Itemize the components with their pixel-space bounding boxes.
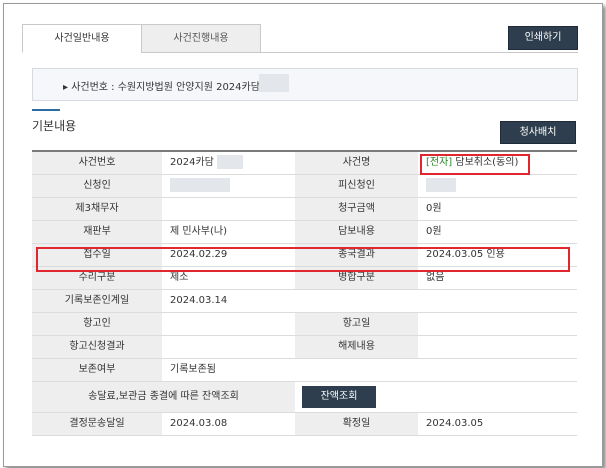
balance-inquiry-button[interactable]: 잔액조회 bbox=[302, 386, 376, 408]
tab-case-progress[interactable]: 사건진행내용 bbox=[141, 24, 261, 53]
value-record-transfer-date: 2024.03.14 bbox=[170, 295, 228, 306]
print-button[interactable]: 인쇄하기 bbox=[508, 26, 578, 50]
redacted-block bbox=[217, 155, 244, 169]
case-number-value: 2024카담 bbox=[170, 157, 214, 168]
label-record-transfer-date: 기록보존인계일 bbox=[32, 290, 162, 312]
value-decision-delivery-date: 2024.03.08 bbox=[170, 418, 228, 429]
highlight-case-name bbox=[420, 154, 530, 175]
value-preservation: 기록보존됨 bbox=[170, 364, 216, 375]
label-case-number: 사건번호 bbox=[32, 152, 162, 174]
label-appeal-date: 항고일 bbox=[295, 313, 418, 335]
label-security-content: 담보내용 bbox=[295, 221, 418, 243]
content-area: 사건일반내용 사건진행내용 인쇄하기 ▸ 사건번호 : 수원지방법원 안양지원 … bbox=[22, 16, 579, 456]
value-third-debtor bbox=[162, 198, 295, 220]
case-number-text: ▸ 사건번호 : 수원지방법원 안양지원 2024카담 bbox=[63, 82, 260, 93]
window-frame: 사건일반내용 사건진행내용 인쇄하기 ▸ 사건번호 : 수원지방법원 안양지원 … bbox=[3, 3, 603, 467]
redacted-block bbox=[170, 178, 230, 192]
value-appellant bbox=[162, 313, 295, 335]
redacted-case-number bbox=[259, 74, 289, 92]
label-appeal-result: 항고신청결과 bbox=[32, 336, 162, 358]
table-row: 제3채무자 청구금액 0원 bbox=[32, 198, 577, 221]
label-decision-delivery-date: 결정문송달일 bbox=[32, 413, 162, 435]
value-release-content bbox=[418, 336, 577, 358]
table-row: 재판부 제 민사부(나) 담보내용 0원 bbox=[32, 221, 577, 244]
highlight-receipt-row bbox=[36, 247, 570, 272]
table-row: 항고신청결과 해제내용 bbox=[32, 336, 577, 359]
table-row: 송달료,보관금 종결에 따른 잔액조회 잔액조회 bbox=[32, 382, 577, 413]
table-row: 보존여부 기록보존됨 bbox=[32, 359, 577, 382]
label-appellant: 항고인 bbox=[32, 313, 162, 335]
label-confirmation-date: 확정일 bbox=[295, 413, 418, 435]
value-claim-amount: 0원 bbox=[426, 203, 442, 214]
value-court-division: 제 민사부(나) bbox=[170, 226, 227, 237]
redacted-block bbox=[426, 178, 456, 192]
table-row: 기록보존인계일 2024.03.14 bbox=[32, 290, 577, 313]
label-claim-amount: 청구금액 bbox=[295, 198, 418, 220]
case-number-box: ▸ 사건번호 : 수원지방법원 안양지원 2024카담 bbox=[32, 68, 578, 101]
label-third-debtor: 제3채무자 bbox=[32, 198, 162, 220]
label-respondent: 피신청인 bbox=[295, 175, 418, 197]
value-case-number: 2024카담 bbox=[162, 152, 295, 174]
case-number-label: 사건번호 : 수원지방법원 안양지원 2024카담 bbox=[71, 82, 260, 93]
value-applicant bbox=[162, 175, 295, 197]
courtroom-button[interactable]: 청사배치 bbox=[500, 121, 576, 144]
label-applicant: 신청인 bbox=[32, 175, 162, 197]
label-release-content: 해제내용 bbox=[295, 336, 418, 358]
value-appeal-result bbox=[162, 336, 295, 358]
label-balance-inquiry: 송달료,보관금 종결에 따른 잔액조회 bbox=[32, 382, 295, 412]
value-confirmation-date: 2024.03.05 bbox=[426, 418, 484, 429]
tab-bar: 사건일반내용 사건진행내용 bbox=[22, 24, 578, 53]
label-court-division: 재판부 bbox=[32, 221, 162, 243]
label-preservation: 보존여부 bbox=[32, 359, 162, 381]
label-case-name: 사건명 bbox=[295, 152, 418, 174]
case-detail-table: 사건번호 2024카담 사건명 [전자] 담보취소(동의) 신청인 피신청인 제… bbox=[32, 150, 577, 436]
section-title: 기본내용 bbox=[32, 119, 77, 133]
table-row: 항고인 항고일 bbox=[32, 313, 577, 336]
value-respondent bbox=[418, 175, 577, 197]
value-security-content: 0원 bbox=[426, 226, 442, 237]
tab-case-general[interactable]: 사건일반내용 bbox=[22, 24, 142, 53]
section-accent-line bbox=[32, 109, 60, 111]
table-row: 신청인 피신청인 bbox=[32, 175, 577, 198]
value-appeal-date bbox=[418, 313, 577, 335]
table-row: 결정문송달일 2024.03.08 확정일 2024.03.05 bbox=[32, 413, 577, 436]
